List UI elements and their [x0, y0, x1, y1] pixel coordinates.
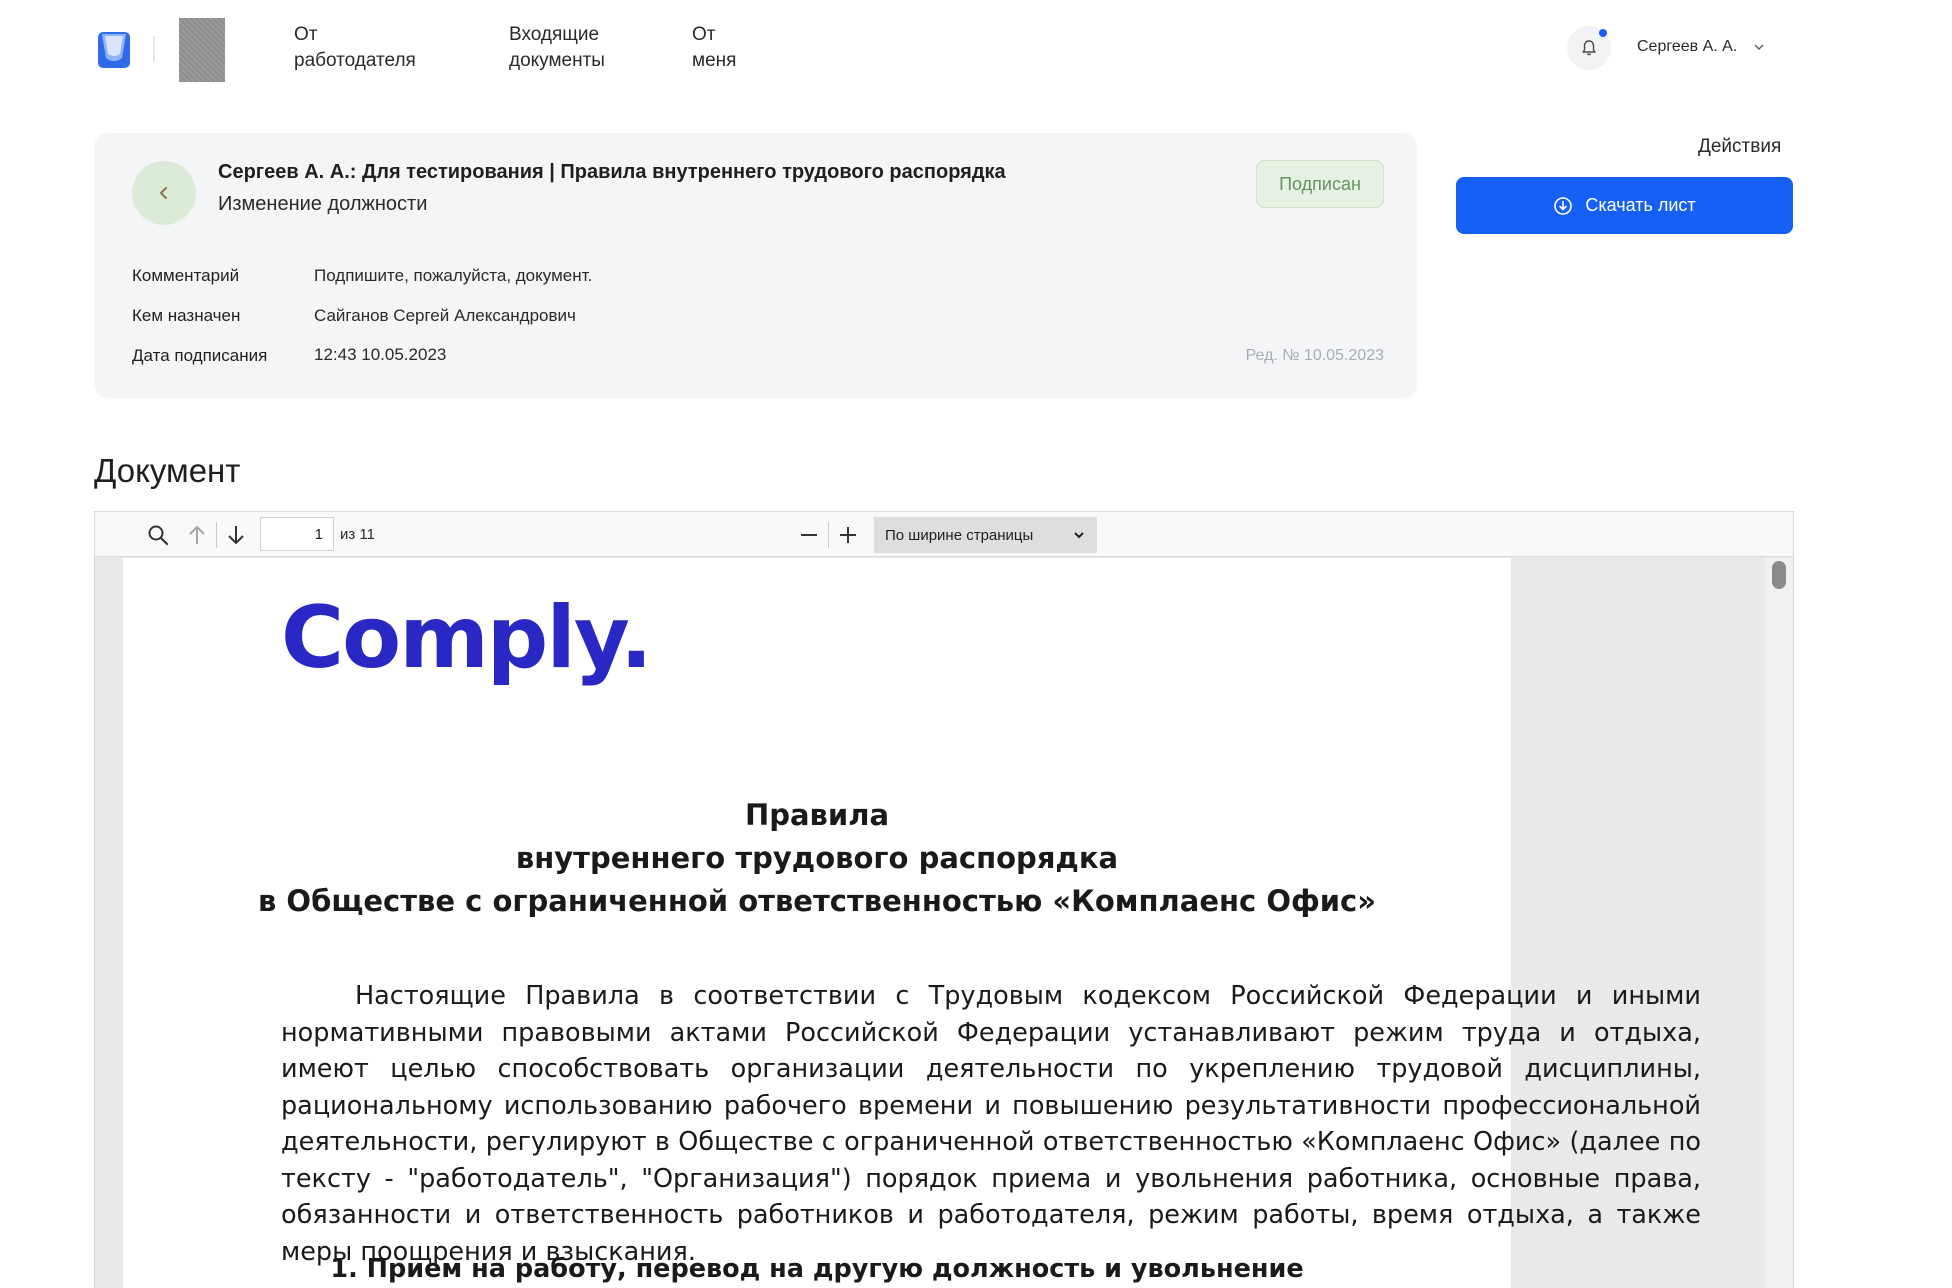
- search-button[interactable]: [145, 522, 171, 548]
- toolbar-separator: [216, 522, 217, 548]
- doc-title-line-2: внутреннего трудового распорядка: [515, 841, 1119, 875]
- signed-date-label: Дата подписания: [132, 346, 268, 365]
- nav-incoming-documents[interactable]: Входящие документы: [509, 22, 605, 74]
- nav-from-me[interactable]: От меня: [692, 22, 736, 74]
- page-count: из 11: [340, 526, 375, 543]
- doc-title-line-1: Правила: [744, 798, 890, 832]
- signed-date-value: 12:43 10.05.2023: [314, 345, 447, 364]
- company-image: [179, 18, 225, 82]
- pdf-page: Comply. Правила внутреннего трудового ра…: [123, 558, 1701, 1288]
- bell-icon: [1582, 40, 1596, 56]
- scroll-thumb[interactable]: [1772, 561, 1786, 589]
- comment-value: Подпишите, пожалуйста, документ.: [314, 266, 593, 285]
- chevron-down-icon[interactable]: [1752, 40, 1766, 54]
- previous-page-button[interactable]: [184, 522, 210, 548]
- search-icon: [148, 525, 169, 546]
- header-divider: [153, 36, 155, 62]
- zoom-select-value: По ширине страницы: [885, 526, 1034, 544]
- download-sheet-label: Скачать лист: [1585, 195, 1696, 215]
- doc-intro-paragraph: Настоящие Правила в соответствии с Трудо…: [281, 981, 1701, 1267]
- document-info-card: Сергеев А. А.: Для тестирования | Правил…: [94, 133, 1417, 398]
- edition-number: Ред. № 10.05.2023: [1245, 347, 1384, 364]
- notifications-button[interactable]: [1567, 26, 1611, 70]
- minus-icon: [801, 534, 817, 536]
- zoom-select[interactable]: По ширине страницы: [874, 517, 1097, 553]
- chevron-down-icon: [1074, 532, 1084, 539]
- user-name[interactable]: Сергеев А. А.: [1637, 38, 1737, 56]
- page-number-input[interactable]: [260, 517, 334, 551]
- zoom-out-button[interactable]: [796, 522, 822, 548]
- zoom-in-button[interactable]: [835, 522, 861, 548]
- next-page-button[interactable]: [223, 522, 249, 548]
- pdf-scrollbar[interactable]: [1765, 558, 1793, 1288]
- pdf-toolbar: из 11 По ширине страницы: [95, 512, 1793, 557]
- notification-dot: [1599, 29, 1607, 37]
- download-sheet-button[interactable]: Скачать лист: [1456, 177, 1793, 234]
- arrow-up-icon: [189, 525, 205, 544]
- doc-section-heading: 1. Прием на работу, перевод на другую до…: [330, 1254, 1304, 1284]
- cloud-download-icon: [1554, 196, 1573, 215]
- nav-from-employer[interactable]: От работодателя: [294, 22, 416, 74]
- assigned-by-value: Сайганов Сергей Александрович: [314, 306, 576, 325]
- back-button[interactable]: [132, 161, 196, 225]
- document-title: Сергеев А. А.: Для тестирования | Правил…: [218, 161, 1006, 183]
- toolbar-separator: [828, 522, 829, 548]
- comply-logo: Comply.: [281, 588, 653, 688]
- comment-label: Комментарий: [132, 266, 240, 285]
- assigned-by-label: Кем назначен: [132, 306, 241, 325]
- plus-icon: [840, 527, 856, 543]
- arrow-down-icon: [228, 526, 244, 545]
- pdf-viewer: из 11 По ширине страницы Comply. Правила…: [94, 511, 1794, 1288]
- actions-label: Действия: [1698, 136, 1782, 157]
- chevron-left-icon: [159, 186, 168, 200]
- top-header: От работодателя Входящие документы От ме…: [0, 0, 1952, 100]
- app-logo[interactable]: [94, 28, 134, 70]
- document-section-heading: Документ: [94, 452, 241, 489]
- status-badge: Подписан: [1256, 160, 1384, 208]
- document-subtitle: Изменение должности: [218, 193, 428, 215]
- doc-title-line-3: в Обществе с ограниченной ответственност…: [257, 884, 1376, 918]
